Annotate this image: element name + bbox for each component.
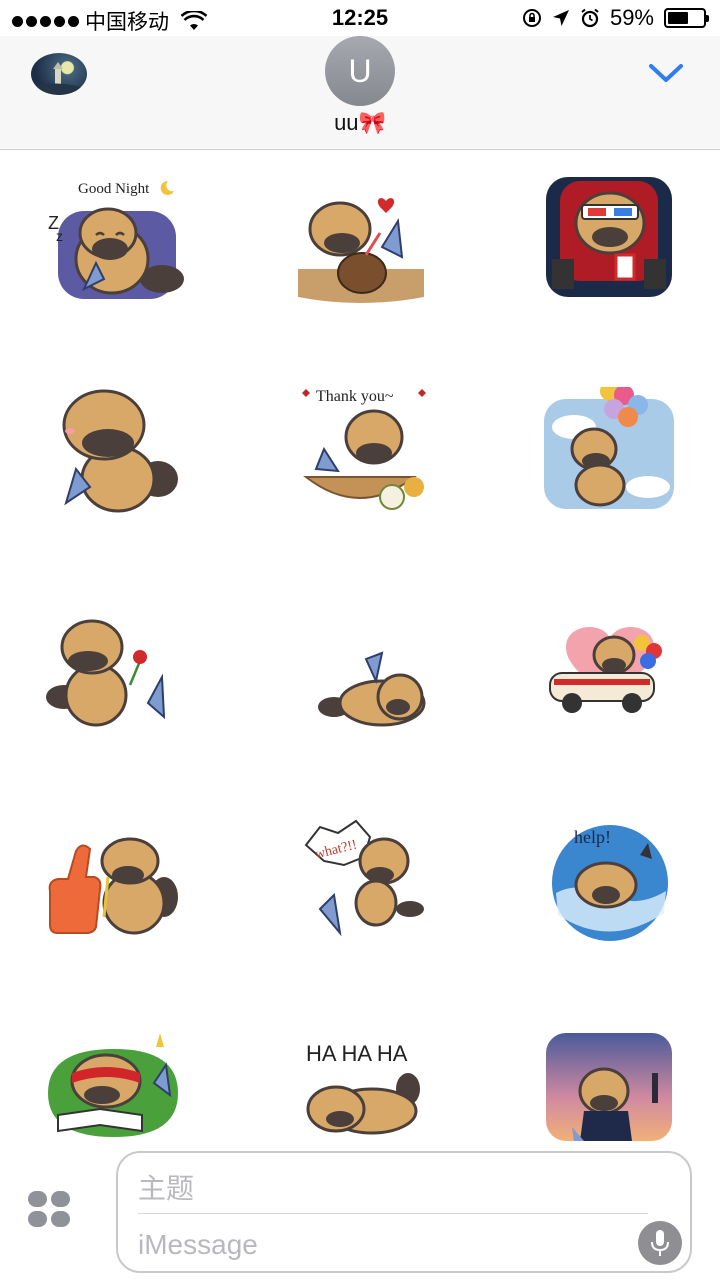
status-right: 59% xyxy=(522,5,709,31)
sticker-grid: Z z Good Night Thank you~ what?!! help! … xyxy=(0,151,720,1141)
microphone-icon[interactable] xyxy=(638,1221,682,1265)
sticker-thumbs-up[interactable] xyxy=(46,837,196,987)
sticker-sunset-suit[interactable] xyxy=(544,1029,694,1141)
sticker-what[interactable]: what?!! xyxy=(300,817,450,967)
message-field[interactable]: iMessage xyxy=(138,1229,258,1261)
avatar[interactable]: U xyxy=(325,36,395,106)
compose-bar: 主题 iMessage xyxy=(0,1141,720,1280)
sticker-give-flower[interactable] xyxy=(44,617,194,767)
battery-icon xyxy=(664,8,709,28)
good-night-caption: Good Night xyxy=(78,181,150,197)
conversation-header: U uu🎀 xyxy=(0,36,720,150)
sticker-ha-ha-ha[interactable]: HA HA HA xyxy=(302,1031,452,1141)
battery-fill xyxy=(668,12,689,24)
status-bar: 中国移动 12:25 59% xyxy=(0,0,720,36)
app-drawer-icon[interactable] xyxy=(28,1191,72,1229)
sticker-coconut-drink[interactable] xyxy=(290,191,440,341)
sticker-help[interactable]: help! xyxy=(548,821,698,971)
sticker-hug-friend[interactable] xyxy=(54,383,204,533)
sticker-balloons-sky[interactable] xyxy=(544,381,694,537)
thank-you-caption: Thank you~ xyxy=(316,388,394,405)
subject-field[interactable]: 主题 xyxy=(138,1167,194,1207)
alarm-icon xyxy=(581,8,599,28)
sticker-lying-down[interactable] xyxy=(316,651,466,801)
location-icon xyxy=(552,10,569,26)
rotation-lock-icon xyxy=(522,9,541,27)
ha-ha-ha-caption: HA HA HA xyxy=(306,1041,408,1066)
chevron-down-icon[interactable] xyxy=(648,62,684,84)
contact-name[interactable]: uu🎀 xyxy=(0,110,720,136)
lighthouse-app-icon[interactable] xyxy=(31,53,87,95)
sticker-studying[interactable] xyxy=(44,1033,194,1141)
message-input-box[interactable]: 主题 iMessage xyxy=(116,1151,692,1273)
help-caption: help! xyxy=(574,827,611,847)
sticker-car-balloons[interactable] xyxy=(544,603,694,753)
avatar-initial: U xyxy=(348,52,372,89)
sticker-good-night[interactable]: Z z Good Night xyxy=(40,171,190,321)
sticker-thank-you[interactable]: Thank you~ xyxy=(290,379,440,529)
svg-text:z: z xyxy=(56,228,63,244)
sticker-3d-cinema[interactable] xyxy=(544,175,694,325)
subject-divider xyxy=(138,1213,648,1214)
battery-percent: 59% xyxy=(609,5,654,30)
